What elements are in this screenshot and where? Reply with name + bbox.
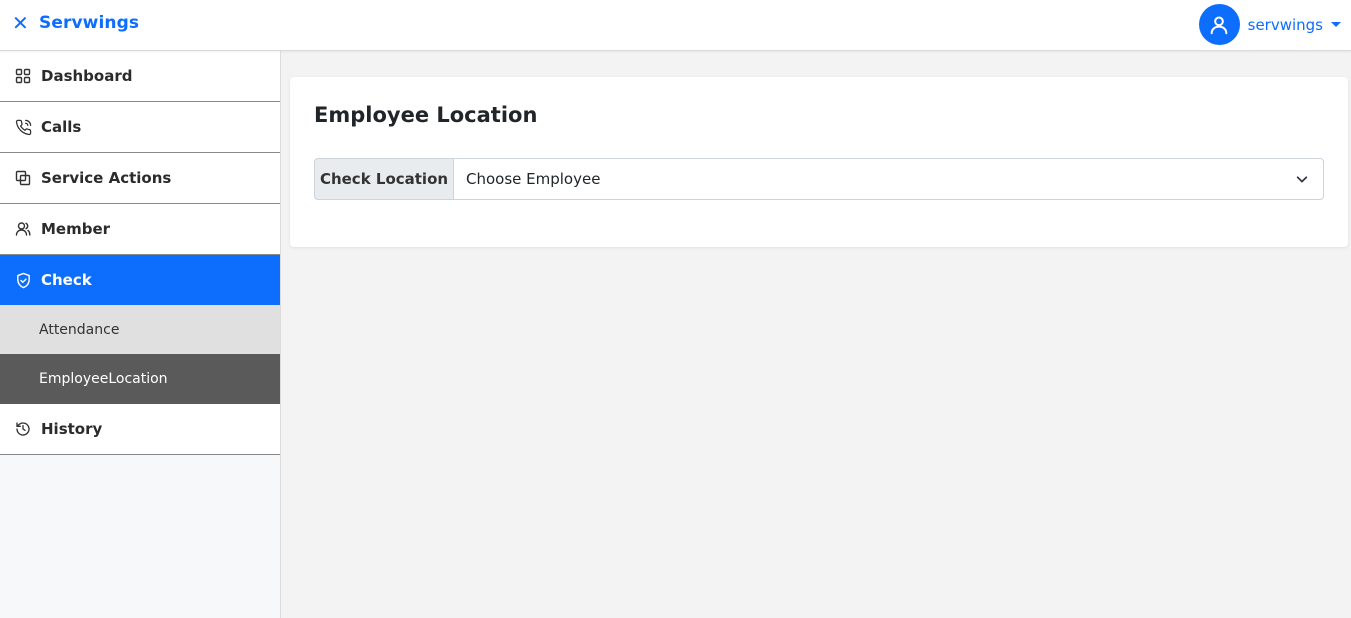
sidebar-item-label: Service Actions [41,169,172,187]
sidebar-item-dashboard[interactable]: Dashboard [0,51,280,102]
sidebar-subitem-label: Attendance [39,321,120,338]
brand: ✕ Servwings [12,12,139,34]
page-title: Employee Location [314,103,538,127]
sidebar-item-label: Member [41,220,111,238]
history-icon [14,420,32,438]
sidebar-subitem-employee-location[interactable]: EmployeeLocation [0,354,280,404]
close-icon[interactable]: ✕ [12,12,29,34]
avatar[interactable] [1198,4,1240,45]
sidebar-subitem-attendance[interactable]: Attendance [0,305,280,354]
person-icon [14,220,32,238]
caret-down-icon[interactable] [1331,22,1341,27]
sidebar-item-history[interactable]: History [0,404,280,455]
shield-check-icon [14,271,32,289]
brand-name[interactable]: Servwings [39,13,139,33]
sidebar-item-calls[interactable]: Calls [0,102,280,153]
sidebar-subitem-label: EmployeeLocation [39,371,168,387]
sidebar-item-label: Calls [41,118,82,136]
top-bar: ✕ Servwings servwings [0,0,1351,51]
employee-select[interactable]: Choose Employee [453,158,1324,200]
sidebar-item-label: Dashboard [41,67,133,85]
employee-select-value: Choose Employee [466,170,601,188]
sidebar-item-label: History [41,420,103,438]
copy-icon [14,169,32,187]
user-name[interactable]: servwings [1248,16,1323,34]
user-menu[interactable]: servwings [1198,4,1341,45]
employee-location-card: Employee Location Check Location Choose … [290,77,1348,247]
sidebar-item-service-actions[interactable]: Service Actions [0,153,280,204]
sidebar: Dashboard Calls Service Actions Member C… [0,51,281,618]
sidebar-item-member[interactable]: Member [0,204,280,255]
user-icon [1210,15,1228,34]
check-location-label: Check Location [314,158,453,200]
chevron-down-icon [1296,176,1308,183]
phone-icon [14,118,32,136]
grid-icon [14,67,32,85]
check-location-group: Check Location Choose Employee [314,158,1324,200]
sidebar-item-check[interactable]: Check [0,255,280,305]
sidebar-item-label: Check [41,271,92,289]
